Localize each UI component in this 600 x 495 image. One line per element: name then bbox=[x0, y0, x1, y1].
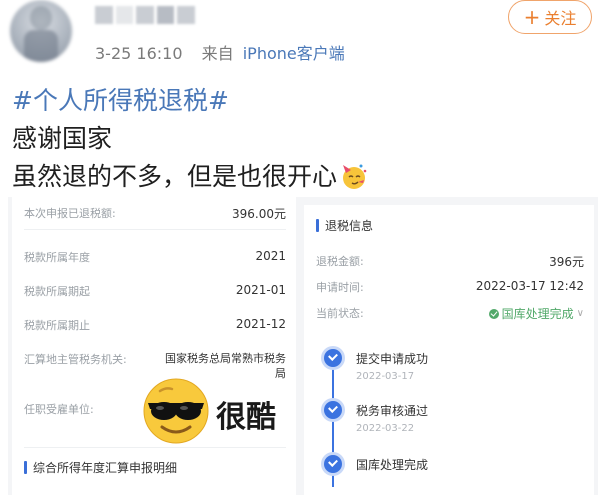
post-timestamp: 3-25 16:10 bbox=[95, 44, 183, 63]
row-label: 汇算地主管税务机关: bbox=[24, 353, 127, 366]
divider bbox=[24, 447, 286, 448]
overlay-caption: 很酷 bbox=[216, 400, 276, 435]
row-label: 当前状态: bbox=[316, 307, 364, 320]
username-blurred[interactable] bbox=[95, 6, 195, 24]
row-value: 396.00元 bbox=[232, 207, 286, 221]
post-line-1: 感谢国家 bbox=[12, 124, 113, 153]
timeline-step-date: 2022-03-22 bbox=[356, 423, 415, 434]
refund-amount-row: 退税金额: 396元 bbox=[316, 253, 584, 270]
section-title-text: 综合所得年度汇算申报明细 bbox=[33, 461, 178, 475]
timeline-step-label: 税务审核通过 bbox=[356, 404, 429, 418]
row-label: 本次申报已退税额: bbox=[24, 207, 116, 220]
source-prefix: 来自 bbox=[201, 44, 234, 63]
sunglasses-emoji-icon bbox=[143, 378, 209, 444]
row-label: 税款所属期起 bbox=[24, 285, 90, 298]
annual-settlement-section-title: 综合所得年度汇算申报明细 bbox=[24, 459, 177, 476]
follow-label: 关注 bbox=[544, 9, 577, 28]
row-value: 396元 bbox=[549, 255, 584, 269]
row-value: 2021-12 bbox=[235, 317, 286, 331]
tax-year-row: 税款所属年度 2021 bbox=[24, 249, 286, 265]
timeline-step-label: 提交申请成功 bbox=[356, 352, 429, 366]
section-title-text: 退税信息 bbox=[325, 219, 374, 233]
section-bar bbox=[24, 461, 27, 474]
row-label: 退税金额: bbox=[316, 255, 364, 268]
avatar[interactable] bbox=[10, 0, 72, 62]
row-label: 税款所属年度 bbox=[24, 251, 90, 264]
step-complete-icon bbox=[324, 455, 342, 473]
row-value: 2021 bbox=[255, 249, 286, 263]
row-label: 税款所属期止 bbox=[24, 319, 90, 332]
check-circle-icon bbox=[488, 308, 499, 319]
refund-info-title: 退税信息 bbox=[316, 217, 373, 234]
step-complete-icon bbox=[324, 401, 342, 419]
post-line-2-wrap: 虽然退的不多，但是也很开心 bbox=[12, 158, 369, 196]
plus-icon: + bbox=[523, 5, 541, 29]
progress-timeline: 提交申请成功 2022-03-17 税务审核通过 2022-03-22 国库处理… bbox=[322, 335, 582, 495]
step-complete-icon bbox=[324, 349, 342, 367]
hashtag-link[interactable]: #个人所得税退税# bbox=[12, 82, 369, 120]
follow-button[interactable]: + 关注 bbox=[508, 0, 592, 34]
row-label: 申请时间: bbox=[316, 281, 364, 294]
status-value: 国库处理完成 ∨ bbox=[488, 305, 584, 322]
refund-amount-row: 本次申报已退税额: 396.00元 bbox=[24, 205, 286, 222]
divider bbox=[24, 229, 286, 230]
timeline-step-date: 2022-03-17 bbox=[356, 371, 415, 382]
refund-detail-panel: 本次申报已退税额: 396.00元 税款所属年度 2021 税款所属期起 202… bbox=[12, 197, 296, 495]
post-body: #个人所得税退税# 感谢国家 虽然退的不多，但是也很开心 bbox=[12, 82, 369, 196]
status-row[interactable]: 当前状态: 国库处理完成 ∨ bbox=[316, 305, 584, 322]
party-face-emoji-icon bbox=[343, 164, 367, 189]
period-start-row: 税款所属期起 2021-01 bbox=[24, 283, 286, 299]
post-image[interactable]: 本次申报已退税额: 396.00元 税款所属年度 2021 税款所属期起 202… bbox=[8, 197, 598, 495]
post-meta: 3-25 16:10 来自 iPhone客户端 bbox=[95, 40, 345, 64]
row-value: 2021-01 bbox=[235, 283, 286, 297]
chevron-down-icon: ∨ bbox=[576, 308, 584, 319]
row-label: 任职受雇单位: bbox=[24, 403, 94, 416]
row-value: 2022-03-17 12:42 bbox=[475, 279, 584, 293]
section-bar bbox=[316, 219, 319, 232]
period-end-row: 税款所属期止 2021-12 bbox=[24, 317, 286, 333]
status-text: 国库处理完成 bbox=[501, 307, 574, 321]
source-client-link[interactable]: iPhone客户端 bbox=[243, 44, 345, 63]
timeline-step-label: 国库处理完成 bbox=[356, 458, 429, 472]
post-line-2: 虽然退的不多，但是也很开心 bbox=[12, 162, 338, 191]
refund-info-panel: 退税信息 退税金额: 396元 申请时间: 2022-03-17 12:42 当… bbox=[304, 205, 594, 495]
apply-time-row: 申请时间: 2022-03-17 12:42 bbox=[316, 279, 584, 295]
